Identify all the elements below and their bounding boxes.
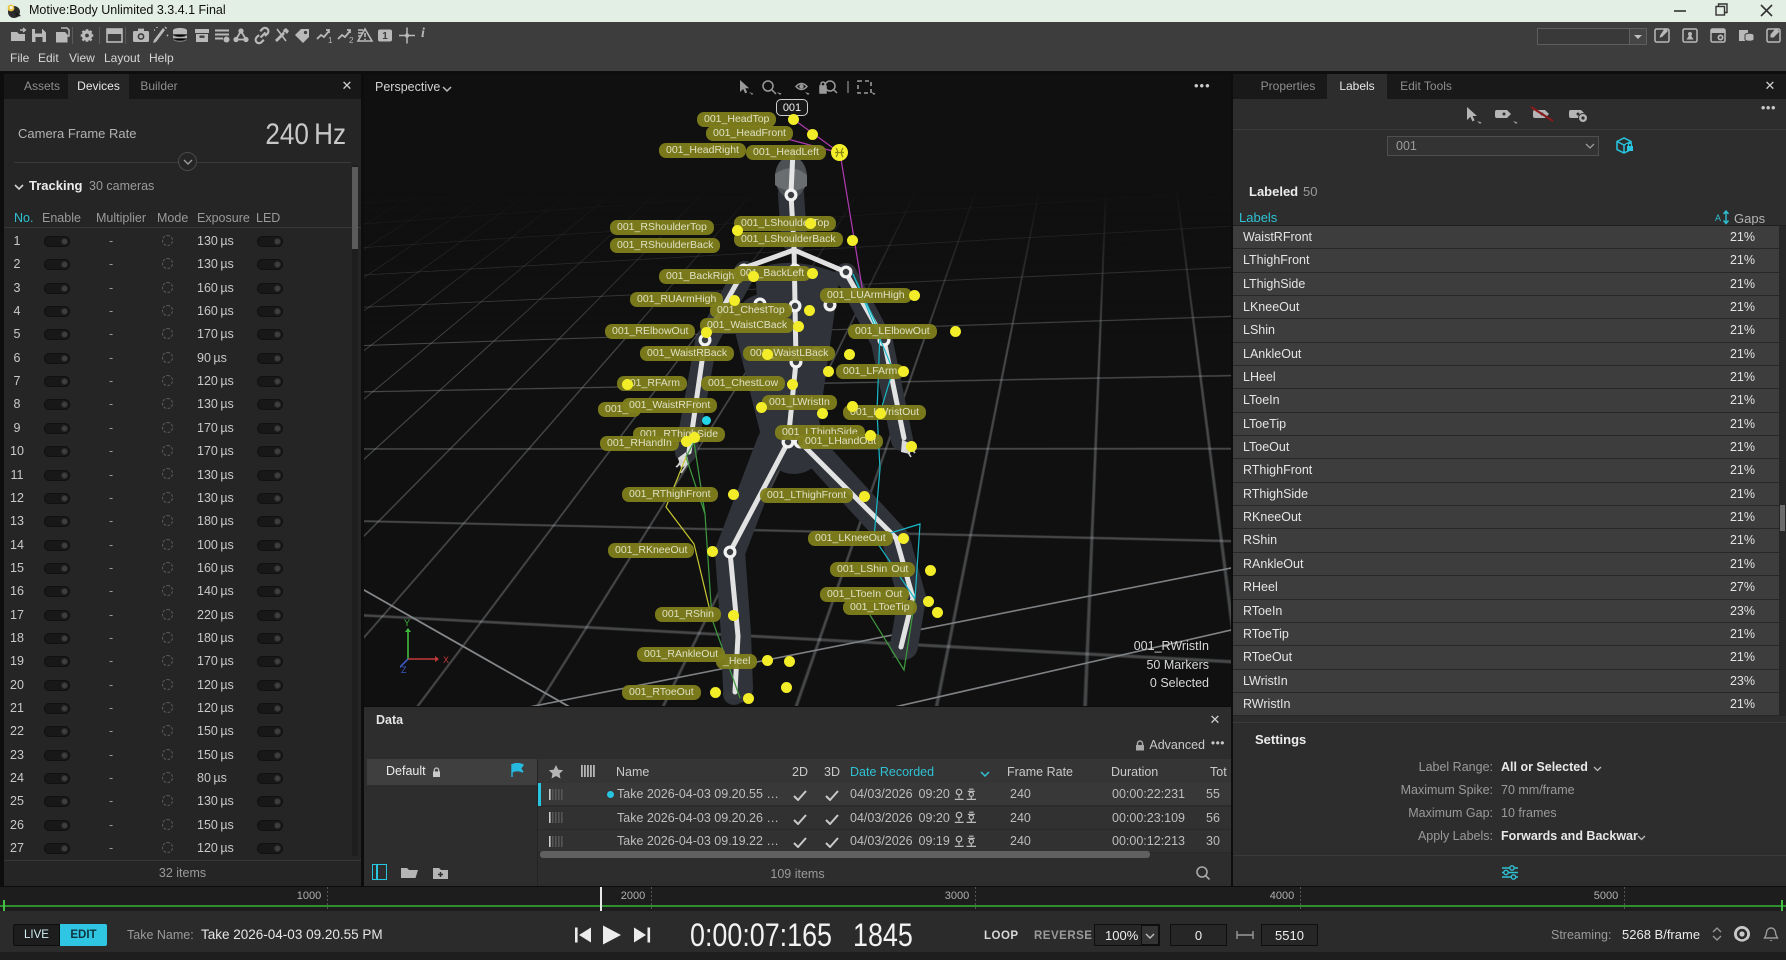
svg-text:Z: Z bbox=[401, 665, 407, 675]
svg-text:X: X bbox=[443, 655, 449, 665]
svg-text:Y: Y bbox=[404, 618, 410, 628]
svg-text:2: 2 bbox=[349, 36, 354, 45]
svg-text:1: 1 bbox=[382, 31, 388, 42]
svg-text:1: 1 bbox=[328, 36, 333, 45]
svg-text:A: A bbox=[1715, 213, 1721, 223]
